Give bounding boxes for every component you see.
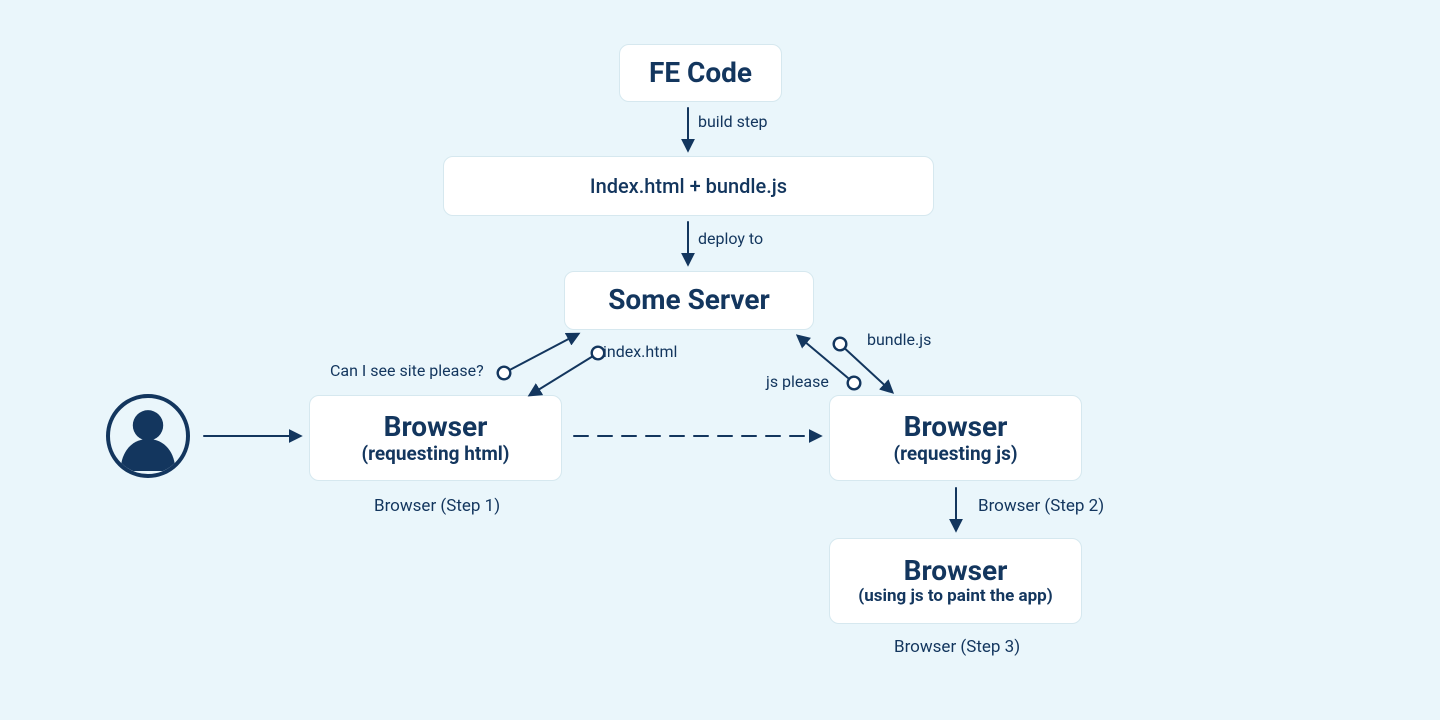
node-artifacts-title: Index.html + bundle.js — [590, 175, 787, 198]
arrow-bundle-js — [840, 344, 892, 392]
node-browser-1-subtitle: (requesting html) — [362, 443, 510, 465]
diagram-stage: FE Code Index.html + bundle.js Some Serv… — [0, 0, 1440, 720]
node-browser-2-subtitle: (requesting js) — [893, 443, 1017, 465]
node-browser-3: Browser (using js to paint the app) — [829, 538, 1082, 624]
caption-step-1: Browser (Step 1) — [374, 496, 500, 516]
arrow-req-site — [504, 334, 578, 373]
caption-step-3: Browser (Step 3) — [894, 637, 1020, 657]
connectors: browser2 dashed --> — [0, 0, 1440, 720]
node-fe-code: FE Code — [619, 44, 782, 102]
edge-label-req-site: Can I see site please? — [330, 361, 484, 380]
node-server-title: Some Server — [608, 284, 770, 316]
node-browser-1-title: Browser — [384, 411, 488, 443]
node-browser-2: Browser (requesting js) — [829, 395, 1082, 481]
node-artifacts: Index.html + bundle.js — [443, 156, 934, 216]
node-browser-3-subtitle: (using js to paint the app) — [858, 587, 1052, 607]
caption-step-2: Browser (Step 2) — [978, 496, 1104, 516]
node-browser-1: Browser (requesting html) — [309, 395, 562, 481]
node-browser-2-title: Browser — [904, 411, 1008, 443]
edge-label-js-please: js please — [766, 372, 829, 391]
edge-label-build-step: build step — [698, 112, 768, 131]
node-fe-code-title: FE Code — [649, 57, 752, 89]
node-server: Some Server — [564, 271, 814, 330]
edge-label-deploy-to: deploy to — [698, 229, 763, 248]
edge-label-bundle-js: bundle.js — [867, 330, 931, 349]
node-browser-3-title: Browser — [904, 555, 1008, 587]
user-icon — [106, 394, 190, 478]
arrow-index-html — [530, 353, 598, 395]
edge-label-index-html: index.html — [603, 342, 677, 361]
